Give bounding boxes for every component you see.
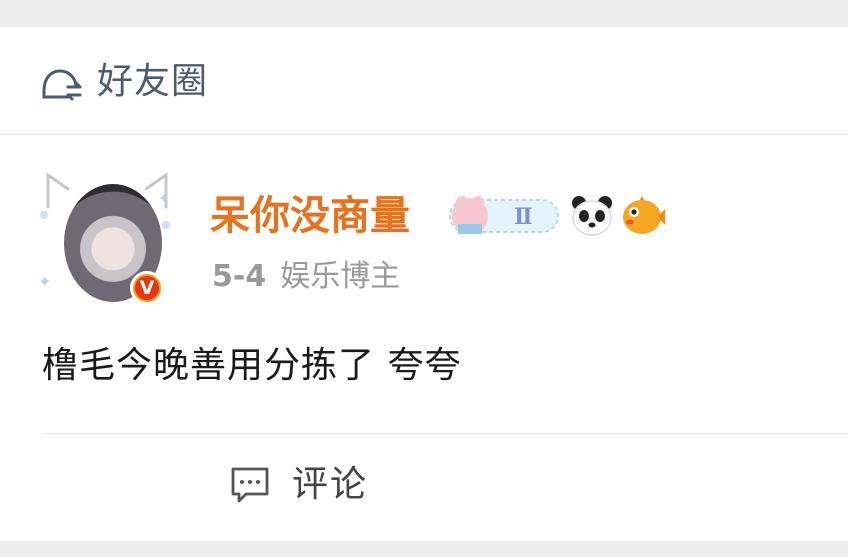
verified-badge: V [130,271,164,305]
comment-button[interactable]: 评论 [228,460,368,510]
svg-text:✦: ✦ [38,272,51,291]
svg-text:✦: ✦ [158,191,170,207]
comment-label: 评论 [292,464,369,505]
friends-circle-icon[interactable] [38,57,86,105]
header-bar: 好友圈 [0,27,848,135]
svg-text:Ⅱ: Ⅱ [514,204,533,230]
author-name[interactable]: 呆你没商量 [210,190,410,242]
post-meta: 5-4 娱乐博主 [212,257,400,297]
divider [42,433,848,434]
page-title: 好友圈 [97,61,209,102]
author-avatar[interactable]: ✦ ✦ V [34,167,174,307]
feed-panel: 好友圈 ✦ ✦ V 呆你没商量 Ⅱ 5-4 娱乐博主 橹毛今晚善用分拣了 夸夸 … [0,27,848,541]
pufferfish-emoji-icon [623,196,665,234]
comment-icon [231,467,269,503]
panda-emoji-icon [572,196,612,236]
post-date: 5-4 [212,259,267,294]
post-text: 橹毛今晚善用分拣了 夸夸 [42,345,462,386]
gemini-zodiac-badge-icon[interactable]: Ⅱ [446,190,562,240]
author-role: 娱乐博主 [280,259,401,294]
